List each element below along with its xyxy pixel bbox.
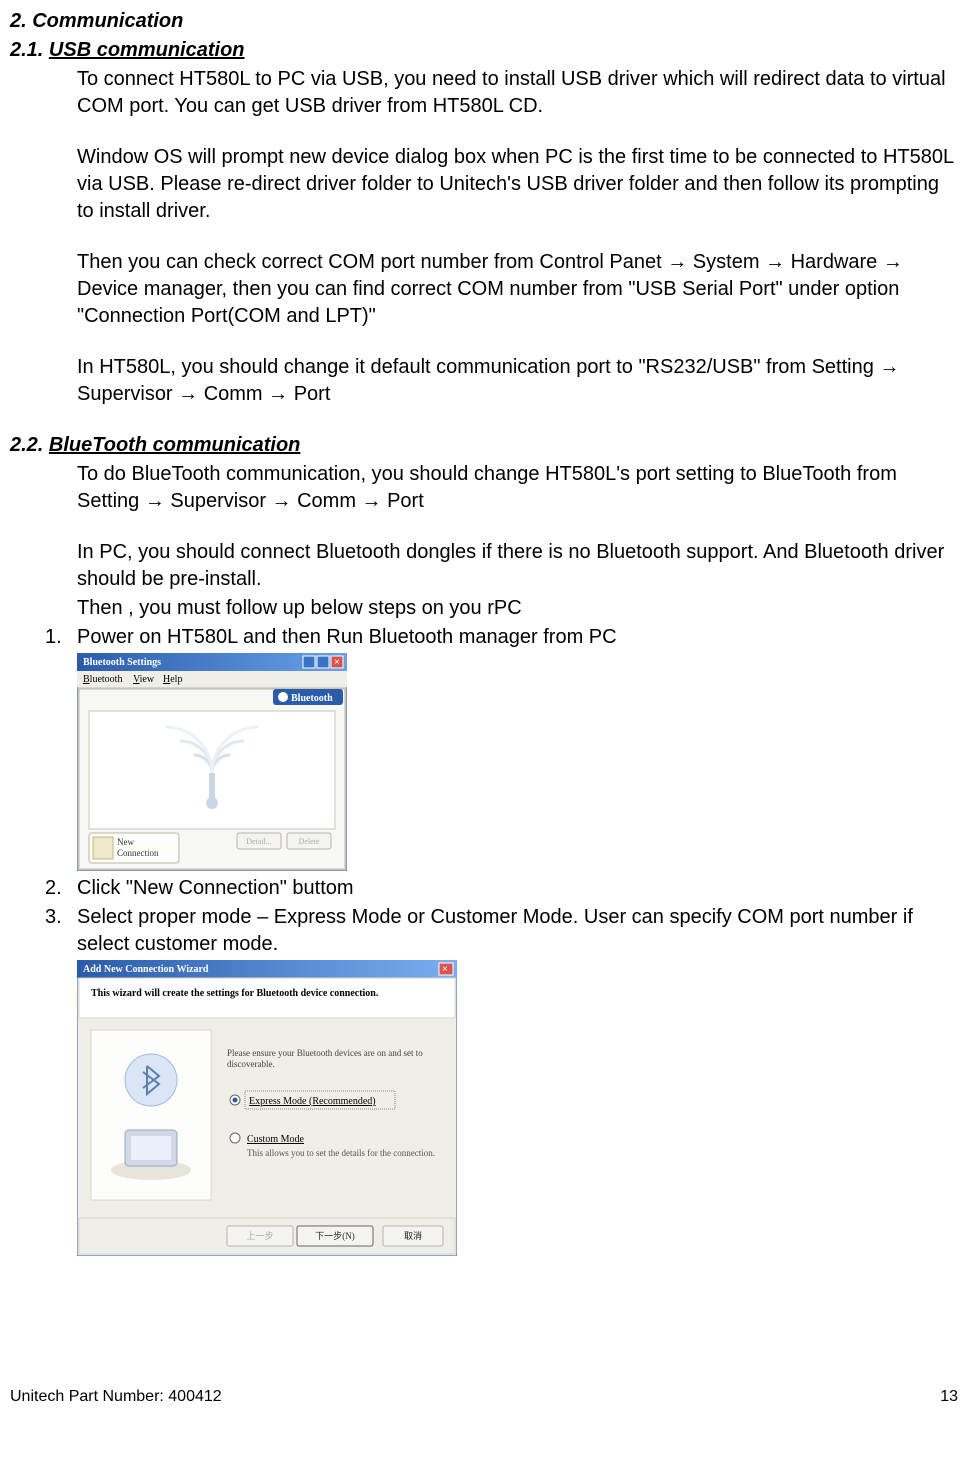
svg-text:New: New <box>117 837 134 847</box>
svg-text:上一步: 上一步 <box>246 1231 273 1241</box>
footer-page-number: 13 <box>940 1386 958 1408</box>
window-title: Bluetooth Settings <box>83 657 161 668</box>
svg-text:下一步(N): 下一步(N) <box>315 1231 355 1241</box>
svg-text:This allows you to set the det: This allows you to set the details for t… <box>247 1148 435 1158</box>
svg-text:Custom Mode: Custom Mode <box>247 1134 305 1145</box>
delete-button: Delete <box>287 833 331 849</box>
footer-part-number: Unitech Part Number: 400412 <box>10 1386 222 1408</box>
svg-text:Connection: Connection <box>117 848 159 858</box>
step-3: 3. Select proper mode – Express Mode or … <box>45 904 958 958</box>
list-text: Select proper mode – Express Mode or Cus… <box>77 904 958 958</box>
heading-number: 2.1. <box>10 39 49 61</box>
heading-text: BlueTooth communication <box>49 434 300 456</box>
screenshot-bluetooth-settings: Bluetooth Settings × Bluetooth View Help… <box>77 653 347 871</box>
menu-bluetooth: Bluetooth <box>83 674 122 685</box>
menu-help: Help <box>163 674 182 685</box>
usb-para-4: In HT580L, you should change it default … <box>77 354 958 408</box>
heading-text: USB communication <box>49 39 245 61</box>
svg-text:Bluetooth: Bluetooth <box>291 693 333 704</box>
usb-para-3: Then you can check correct COM port numb… <box>77 249 958 330</box>
list-text: Power on HT580L and then Run Bluetooth m… <box>77 624 958 651</box>
page-footer: Unitech Part Number: 400412 13 <box>10 1386 958 1408</box>
dialog-title: Add New Connection Wizard <box>83 964 209 975</box>
maximize-icon <box>317 656 329 668</box>
svg-text:×: × <box>334 657 340 668</box>
heading-bluetooth: 2.2. BlueTooth communication <box>10 432 958 459</box>
screenshot-add-connection-wizard: Add New Connection Wizard × This wizard … <box>77 960 457 1256</box>
wizard-illustration-icon <box>91 1030 211 1200</box>
bt-para-1: To do BlueTooth communication, you shoul… <box>77 461 958 515</box>
usb-para-1: To connect HT580L to PC via USB, you nee… <box>77 66 958 120</box>
step-1: 1. Power on HT580L and then Run Bluetoot… <box>45 624 958 651</box>
minimize-icon <box>303 656 315 668</box>
svg-text:Express Mode (Recommended): Express Mode (Recommended) <box>249 1096 376 1107</box>
svg-text:取消: 取消 <box>404 1230 422 1241</box>
bt-para-2: In PC, you should connect Bluetooth dong… <box>77 539 958 593</box>
heading-communication: 2. Communication <box>10 8 958 35</box>
new-connection-button: New Connection <box>89 833 179 863</box>
heading-usb: 2.1. USB communication <box>10 37 958 64</box>
svg-text:×: × <box>442 964 448 975</box>
list-number: 3. <box>45 904 77 958</box>
detail-button: Detail... <box>237 833 281 849</box>
usb-para-2: Window OS will prompt new device dialog … <box>77 144 958 225</box>
back-button: 上一步 <box>227 1226 293 1246</box>
svg-text:Detail...: Detail... <box>246 837 272 846</box>
list-number: 2. <box>45 875 77 902</box>
wizard-heading: This wizard will create the settings for… <box>91 988 379 999</box>
menu-view: View <box>133 674 155 685</box>
next-button: 下一步(N) <box>297 1226 373 1246</box>
bt-para-3: Then , you must follow up below steps on… <box>77 595 958 622</box>
list-text: Click "New Connection" buttom <box>77 875 958 902</box>
step-2: 2. Click "New Connection" buttom <box>45 875 958 902</box>
cancel-button: 取消 <box>383 1226 443 1246</box>
heading-number: 2.2. <box>10 434 49 456</box>
list-number: 1. <box>45 624 77 651</box>
svg-text:Delete: Delete <box>299 837 320 846</box>
